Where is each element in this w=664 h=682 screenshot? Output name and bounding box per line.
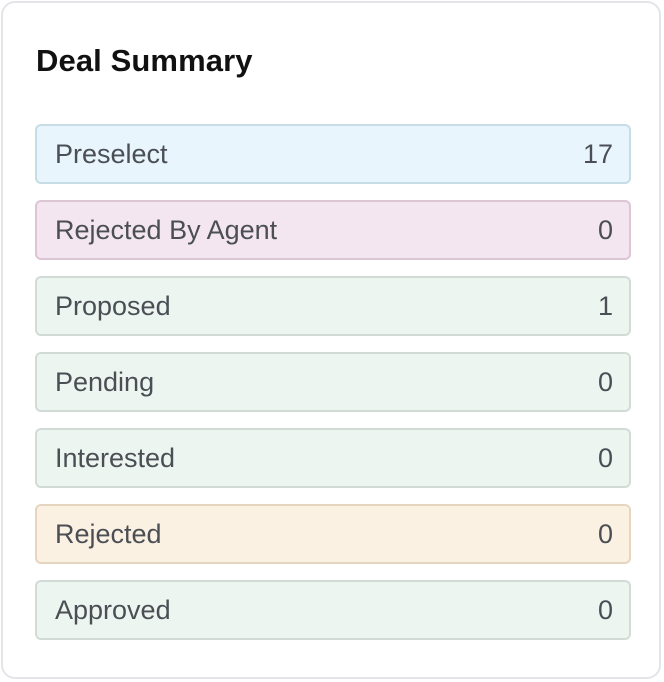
status-count: 0 — [597, 366, 613, 397]
status-row-rejected-by-agent[interactable]: Rejected By Agent 0 — [35, 200, 631, 260]
status-label: Pending — [55, 366, 155, 397]
status-row-proposed[interactable]: Proposed 1 — [35, 276, 631, 336]
status-row-preselect[interactable]: Preselect 17 — [35, 124, 631, 184]
status-label: Preselect — [55, 138, 168, 169]
status-count: 1 — [597, 290, 613, 321]
status-label: Rejected — [55, 518, 162, 549]
status-row-rejected[interactable]: Rejected 0 — [35, 504, 631, 564]
status-row-interested[interactable]: Interested 0 — [35, 428, 631, 488]
status-label: Interested — [55, 442, 176, 473]
status-label: Proposed — [55, 290, 171, 321]
status-count: 17 — [582, 138, 613, 169]
card-title: Deal Summary — [36, 43, 253, 78]
status-label: Rejected By Agent — [55, 214, 278, 245]
status-list: Preselect 17 Rejected By Agent 0 Propose… — [35, 124, 631, 640]
status-label: Approved — [55, 594, 171, 625]
status-count: 0 — [597, 214, 613, 245]
status-count: 0 — [597, 518, 613, 549]
status-row-approved[interactable]: Approved 0 — [35, 580, 631, 640]
status-row-pending[interactable]: Pending 0 — [35, 352, 631, 412]
status-count: 0 — [597, 594, 613, 625]
deal-summary-card: Deal Summary Preselect 17 Rejected By Ag… — [1, 1, 661, 679]
status-count: 0 — [597, 442, 613, 473]
